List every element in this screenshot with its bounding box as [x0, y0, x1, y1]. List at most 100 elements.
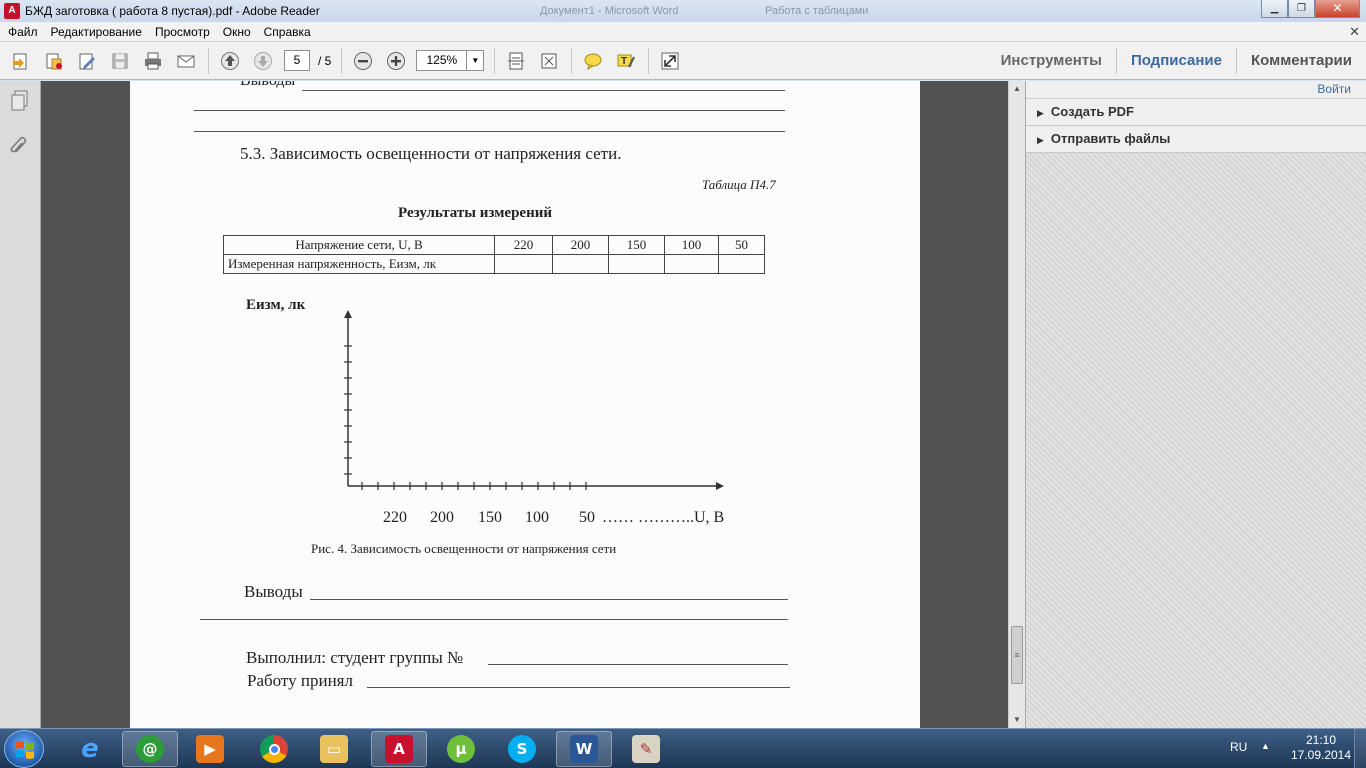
show-desktop-button[interactable] [1354, 729, 1366, 768]
taskbar-media-player[interactable]: ▶ [182, 731, 238, 767]
fit-window-button[interactable] [537, 49, 561, 73]
start-button[interactable] [4, 730, 44, 768]
folder-icon: ▭ [320, 735, 348, 763]
print-button[interactable] [141, 49, 165, 73]
taskbar-chrome[interactable] [246, 731, 302, 767]
zoom-in-button[interactable] [384, 49, 408, 73]
word-icon: W [570, 735, 598, 763]
taskbar: e @ ▶ ▭ A µ S W ✎ RU ▲ 21:10 17.09.2014 [0, 728, 1366, 768]
close-document-icon[interactable]: ✕ [1349, 24, 1360, 40]
voltage-cell: 50 [718, 235, 765, 255]
panel-section-create-pdf[interactable]: ▶ Создать PDF [1026, 99, 1366, 126]
page-total: / 5 [318, 53, 332, 68]
panel-section-send-files[interactable]: ▶ Отправить файлы [1026, 126, 1366, 153]
skype-icon: S [508, 735, 536, 763]
table-title: Результаты измерений [398, 205, 552, 221]
illuminance-row-label: Измеренная напряженность, Еизм, лк [223, 254, 495, 274]
print-icon [145, 52, 161, 69]
title-bar: A БЖД заготовка ( работа 8 пустая).pdf -… [0, 0, 1366, 22]
svg-text:T: T [621, 56, 627, 67]
highlight-button[interactable]: T [614, 49, 638, 73]
full-screen-button[interactable] [658, 49, 682, 73]
page-thumbnails-icon[interactable] [9, 89, 31, 113]
toolbar: 5 / 5 125% ▼ T Инструменты Подписание Ко… [0, 42, 1366, 80]
email-button[interactable] [174, 49, 198, 73]
clock[interactable]: 21:10 17.09.2014 [1290, 733, 1352, 763]
minimize-button[interactable]: ▁ [1261, 0, 1288, 18]
save-button[interactable] [108, 49, 132, 73]
expand-icon [661, 52, 679, 69]
tools-panel: Войти ▶ Создать PDF ▶ Отправить файлы [1025, 81, 1366, 728]
voltage-cell: 220 [494, 235, 553, 255]
scroll-down-icon[interactable]: ▼ [1009, 712, 1025, 728]
fit-page-button[interactable] [504, 49, 528, 73]
taskbar-paint[interactable]: ✎ [618, 731, 674, 767]
taskbar-explorer[interactable]: ▭ [306, 731, 362, 767]
triangle-right-icon: ▶ [1037, 135, 1044, 145]
x-tick-label: 200 [430, 509, 454, 526]
sticky-note-button[interactable] [581, 49, 605, 73]
minus-icon [354, 51, 373, 70]
window-title: БЖД заготовка ( работа 8 пустая).pdf - A… [25, 4, 320, 18]
messenger-icon: @ [136, 735, 164, 763]
close-button[interactable]: ✕ [1315, 0, 1360, 18]
taskbar-skype[interactable]: S [494, 731, 550, 767]
next-page-button[interactable] [251, 49, 275, 73]
tab-tools[interactable]: Инструменты [987, 48, 1116, 74]
combine-files-button[interactable] [42, 49, 66, 73]
taskbar-messenger[interactable]: @ [122, 731, 178, 767]
menu-help[interactable]: Справка [264, 25, 311, 39]
zoom-out-button[interactable] [351, 49, 375, 73]
voltage-cell: 150 [608, 235, 665, 255]
arrow-down-icon [254, 51, 272, 70]
sign-in-link[interactable]: Войти [1317, 82, 1351, 96]
page-number-input[interactable]: 5 [284, 50, 310, 71]
taskbar-adobe-reader[interactable]: A [371, 731, 427, 767]
taskbar-internet-explorer[interactable]: e [62, 731, 118, 767]
maximize-button[interactable]: ❐ [1288, 0, 1315, 18]
document-view[interactable]: Выводы 5.3. Зависимость освещенности от … [41, 81, 1008, 728]
menu-edit[interactable]: Редактирование [51, 25, 142, 39]
done-by-label: Выполнил: студент группы № [246, 648, 464, 667]
tray-expand-icon[interactable]: ▲ [1261, 741, 1270, 751]
clock-time: 21:10 [1305, 733, 1337, 747]
tab-comment[interactable]: Комментарии [1235, 48, 1366, 74]
adobe-reader-icon: A [385, 735, 413, 763]
menu-window[interactable]: Окно [223, 25, 251, 39]
illuminance-cell [718, 254, 765, 274]
measurements-table: Напряжение сети, U, В 220 200 150 100 50… [223, 235, 765, 274]
create-pdf-button[interactable] [9, 49, 33, 73]
fit-page-icon [541, 53, 557, 68]
menu-file[interactable]: Файл [8, 25, 38, 39]
media-player-icon: ▶ [196, 735, 224, 763]
panel-section-label: Создать PDF [1050, 104, 1134, 119]
x-tick-label: 220 [383, 509, 407, 526]
tab-sign[interactable]: Подписание [1115, 48, 1236, 74]
previous-page-button[interactable] [218, 49, 242, 73]
zoom-select[interactable]: 125% ▼ [416, 50, 485, 71]
highlight-text-icon: T [617, 54, 636, 67]
x-axis-unit: …… ………..U, В [602, 509, 725, 526]
chevron-down-icon[interactable]: ▼ [466, 51, 483, 70]
create-pdf-icon [13, 53, 27, 69]
adobe-reader-icon: A [4, 3, 20, 19]
menu-view[interactable]: Просмотр [155, 25, 210, 39]
top-conclusions-label: Выводы [240, 81, 295, 90]
scroll-up-icon[interactable]: ▲ [1009, 81, 1025, 97]
taskbar-word[interactable]: W [556, 731, 612, 767]
voltage-cell: 200 [552, 235, 609, 255]
edit-button[interactable] [75, 49, 99, 73]
triangle-right-icon: ▶ [1037, 108, 1044, 118]
attachments-icon[interactable] [9, 133, 31, 157]
illuminance-cell [664, 254, 719, 274]
illuminance-cell [552, 254, 609, 274]
paint-icon: ✎ [632, 735, 660, 763]
plus-icon [387, 51, 406, 70]
vertical-scrollbar[interactable]: ▲ ≡ ▼ [1008, 81, 1025, 728]
language-indicator[interactable]: RU [1230, 740, 1247, 754]
save-icon [112, 53, 128, 68]
clock-date: 17.09.2014 [1290, 748, 1352, 762]
scrollbar-thumb[interactable]: ≡ [1011, 626, 1023, 684]
illuminance-cell [608, 254, 665, 274]
taskbar-utorrent[interactable]: µ [433, 731, 489, 767]
